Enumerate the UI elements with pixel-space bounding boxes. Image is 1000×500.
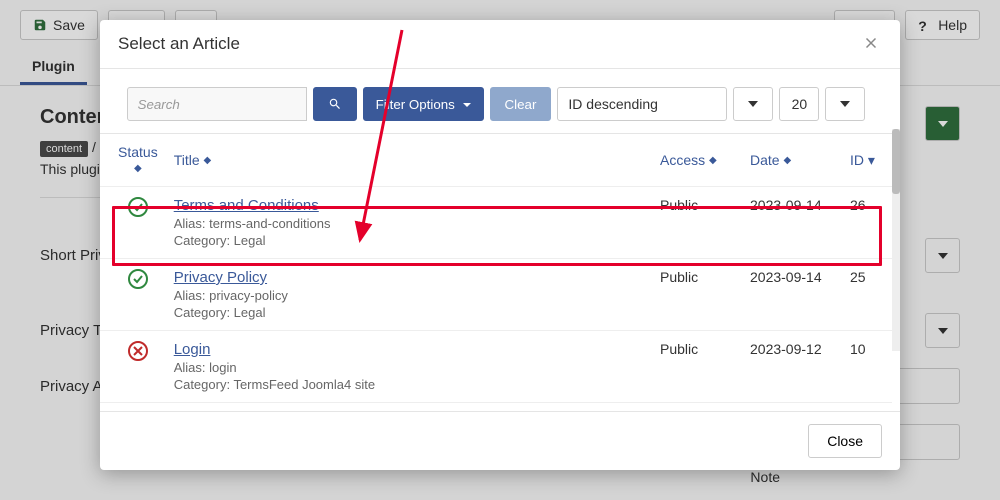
search-icon [328,97,342,111]
sort-desc-icon: ▾ [868,152,875,168]
chevron-down-icon [840,101,850,107]
access-cell: Public [652,187,742,259]
sort-icon: ◆ [709,158,717,164]
modal-close-button[interactable] [862,34,882,54]
limit-select[interactable]: 20 [779,87,819,121]
search-button[interactable] [313,87,357,121]
status-cell [100,403,166,412]
access-cell: Public [652,331,742,403]
modal-footer: Close [100,411,900,470]
filter-options-button[interactable]: Filter Options [363,87,484,121]
modal-title: Select an Article [118,34,240,54]
date-cell: 2023-09-14 [742,187,842,259]
access-cell: Public [652,403,742,412]
order-direction-button[interactable] [733,87,773,121]
title-cell: AboutAlias: aboutCategory: TermsFeed Joo… [166,403,652,412]
id-cell: 9 [842,403,892,412]
access-cell: Public [652,259,742,331]
status-cell [100,187,166,259]
status-published-icon[interactable] [128,197,148,217]
close-button[interactable]: Close [808,424,882,458]
table-row: AboutAlias: aboutCategory: TermsFeed Joo… [100,403,892,412]
article-table: Status ◆ Title ◆ Access ◆ Date ◆ ID ▾ Te… [100,134,892,411]
id-cell: 10 [842,331,892,403]
article-link[interactable]: Terms and Conditions [174,197,319,214]
modal-body: Filter Options Clear ID descending 20 St… [100,69,900,411]
date-cell: 2023-09-12 [742,403,842,412]
limit-dropdown-button[interactable] [825,87,865,121]
alias-text: Alias: privacy-policy [174,288,644,303]
title-cell: Login Alias: login Category: TermsFeed Joo… [166,331,652,403]
sort-icon: ◆ [783,158,791,164]
select-article-modal: Select an Article Filter Options Clear I… [100,20,900,470]
id-cell: 25 [842,259,892,331]
scrollbar-thumb[interactable] [892,129,900,194]
col-date[interactable]: Date ◆ [742,134,842,187]
table-row: Terms and Conditions Alias: terms-and-con… [100,187,892,259]
table-row: Login Alias: login Category: TermsFeed Joo… [100,331,892,403]
col-id[interactable]: ID ▾ [842,134,892,187]
table-row: Privacy Policy Alias: privacy-policy Categ… [100,259,892,331]
date-cell: 2023-09-14 [742,259,842,331]
chevron-down-icon [748,101,758,107]
filter-options-label: Filter Options [376,97,455,112]
caret-down-icon [463,103,471,107]
col-status[interactable]: Status ◆ [100,134,166,187]
modal-header: Select an Article [100,20,900,69]
article-link[interactable]: Privacy Policy [174,269,267,286]
scrollbar[interactable] [892,129,900,351]
status-cell [100,259,166,331]
category-text: Category: Legal [174,233,644,248]
col-access[interactable]: Access ◆ [652,134,742,187]
sort-icon: ◆ [204,158,212,164]
title-cell: Terms and Conditions Alias: terms-and-con… [166,187,652,259]
id-cell: 26 [842,187,892,259]
clear-button[interactable]: Clear [490,87,552,121]
search-input[interactable] [127,87,307,121]
filter-bar: Filter Options Clear ID descending 20 [100,69,892,133]
alias-text: Alias: login [174,360,644,375]
close-icon [862,34,880,52]
category-text: Category: Legal [174,305,644,320]
category-text: Category: TermsFeed Joomla4 site [174,377,644,392]
article-table-wrap[interactable]: Status ◆ Title ◆ Access ◆ Date ◆ ID ▾ Te… [100,133,892,411]
col-title[interactable]: Title ◆ [166,134,652,187]
alias-text: Alias: terms-and-conditions [174,216,644,231]
title-cell: Privacy Policy Alias: privacy-policy Categ… [166,259,652,331]
sort-icon: ◆ [134,166,142,172]
status-cell [100,331,166,403]
date-cell: 2023-09-12 [742,331,842,403]
status-unpublished-icon[interactable] [128,341,148,361]
order-select[interactable]: ID descending [557,87,727,121]
article-link[interactable]: Login [174,341,211,358]
status-published-icon[interactable] [128,269,148,289]
